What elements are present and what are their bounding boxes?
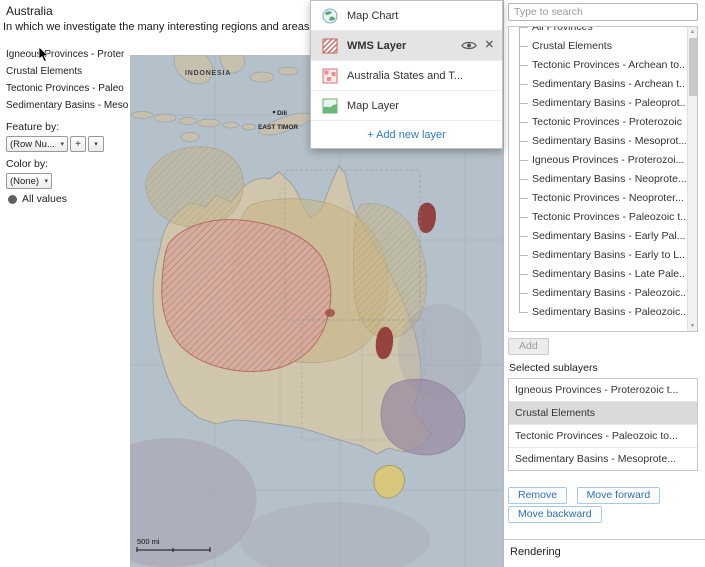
available-sublayer-item[interactable]: Tectonic Provinces - Paleozoic t... xyxy=(509,208,686,227)
chevron-down-icon: ▾ xyxy=(44,177,48,185)
selected-sublayers-label: Selected sublayers xyxy=(509,362,598,374)
search-input[interactable] xyxy=(508,3,698,21)
available-sublayer-item[interactable]: Sedimentary Basins - Paleoprot... xyxy=(509,94,686,113)
available-sublayer-item[interactable]: Sedimentary Basins - Early to L... xyxy=(509,246,686,265)
rendering-section-header[interactable]: Rendering xyxy=(504,539,705,567)
page-title: Australia xyxy=(6,4,53,18)
scale-label: 500 mi xyxy=(137,537,160,546)
indonesia-label: INDONESIA xyxy=(185,70,231,77)
available-sublayer-item[interactable]: Sedimentary Basins - Archean t... xyxy=(509,75,686,94)
available-sublayer-item[interactable]: Crustal Elements xyxy=(509,37,686,56)
color-by-block: Color by: (None) ▾ xyxy=(6,158,52,189)
available-sublayer-item[interactable]: Tectonic Provinces - Proterozoic xyxy=(509,113,686,132)
feature-by-label: Feature by: xyxy=(6,121,104,133)
color-by-label: Color by: xyxy=(6,158,52,170)
chevron-down-icon: ▾ xyxy=(60,140,64,148)
legend-item-sedimentary[interactable]: Sedimentary Basins - Meso xyxy=(6,100,130,111)
application-window: Australia In which we investigate the ma… xyxy=(0,0,705,567)
selected-sublayer-item[interactable]: Crustal Elements xyxy=(509,402,697,425)
move-forward-button[interactable]: Move forward xyxy=(577,487,661,504)
feature-by-value: (Row Nu... xyxy=(10,139,55,150)
selected-sublayer-item[interactable]: Igneous Provinces - Proterozoic t... xyxy=(509,379,697,402)
move-backward-button[interactable]: Move backward xyxy=(508,506,602,523)
add-column-button[interactable]: + xyxy=(70,136,86,152)
color-legend-all-values[interactable]: All values xyxy=(8,193,67,205)
visibility-eye-icon[interactable] xyxy=(461,40,477,51)
axis-options-button[interactable]: ▾ xyxy=(88,136,104,152)
layer-item-label: Map Layer xyxy=(347,100,399,112)
layer-item-map-layer[interactable]: Map Layer xyxy=(311,91,502,121)
selected-sublayers-list: Igneous Provinces - Proterozoic t... Cru… xyxy=(508,378,698,471)
layer-item-label: WMS Layer xyxy=(347,40,406,52)
wms-layer-icon xyxy=(322,38,338,54)
scroll-up-icon[interactable]: ▲ xyxy=(688,27,697,37)
close-icon[interactable]: ✕ xyxy=(485,40,494,51)
legend-item-igneous[interactable]: Igneous Provinces - Proter xyxy=(6,49,130,60)
available-sublayer-item[interactable]: Tectonic Provinces - Neoproter... xyxy=(509,189,686,208)
selected-sublayer-item[interactable]: Tectonic Provinces - Paleozoic to... xyxy=(509,425,697,448)
available-sublayer-item[interactable]: Sedimentary Basins - Mesoprot... xyxy=(509,132,686,151)
dili-label: Dili xyxy=(277,110,287,117)
dili-marker xyxy=(273,111,276,114)
feature-by-selector[interactable]: (Row Nu... ▾ xyxy=(6,136,68,152)
available-sublayer-item[interactable]: Tectonic Provinces - Archean to... xyxy=(509,56,686,75)
available-sublayer-item[interactable]: Sedimentary Basins - Neoprote... xyxy=(509,170,686,189)
wms-settings-panel: All Provinces Crustal Elements Tectonic … xyxy=(503,0,705,567)
scrollbar-thumb[interactable] xyxy=(689,38,697,96)
layer-item-map-chart[interactable]: Map Chart xyxy=(311,1,502,31)
color-by-value: (None) xyxy=(10,176,39,187)
layers-popup: Map Chart WMS Layer ✕ xyxy=(310,0,503,149)
mouse-cursor xyxy=(38,46,50,63)
map-layer-icon xyxy=(322,98,338,114)
feature-by-block: Feature by: (Row Nu... ▾ + ▾ xyxy=(6,121,104,152)
available-sublayers-list: All Provinces Crustal Elements Tectonic … xyxy=(508,26,698,332)
east-timor-label: EAST TIMOR xyxy=(258,124,298,131)
available-sublayer-item[interactable]: Sedimentary Basins - Late Pale... xyxy=(509,265,686,284)
remove-button[interactable]: Remove xyxy=(508,487,567,504)
layer-item-australia-states[interactable]: Australia States and T... xyxy=(311,61,502,91)
dark-red-region-small xyxy=(325,309,335,317)
wms-legend: Igneous Provinces - Proter Crustal Eleme… xyxy=(6,49,130,117)
globe-icon xyxy=(322,8,338,24)
layer-item-wms-layer[interactable]: WMS Layer ✕ xyxy=(311,31,502,61)
selected-sublayer-item[interactable]: Sedimentary Basins - Mesoprote... xyxy=(509,448,697,470)
color-by-selector[interactable]: (None) ▾ xyxy=(6,173,52,189)
legend-item-crustal[interactable]: Crustal Elements xyxy=(6,66,130,77)
available-sublayer-item[interactable]: Sedimentary Basins - Paleozoic... xyxy=(509,284,686,303)
layer-item-label: Australia States and T... xyxy=(347,70,463,82)
color-swatch xyxy=(8,195,17,204)
add-sublayer-button[interactable]: Add xyxy=(508,338,549,355)
chevron-down-icon: ▾ xyxy=(94,140,98,148)
add-new-layer-link[interactable]: + Add new layer xyxy=(311,121,502,148)
all-values-label: All values xyxy=(22,193,67,205)
scroll-down-icon[interactable]: ▼ xyxy=(688,321,697,331)
legend-item-tectonic[interactable]: Tectonic Provinces - Paleo xyxy=(6,83,130,94)
list-scrollbar[interactable]: ▲ ▼ xyxy=(687,27,697,331)
feature-layer-icon xyxy=(322,68,338,84)
rendering-label: Rendering xyxy=(510,546,561,558)
available-sublayer-item[interactable]: Igneous Provinces - Proterozoi... xyxy=(509,151,686,170)
available-sublayer-item[interactable]: Sedimentary Basins - Early Pal... xyxy=(509,227,686,246)
available-sublayer-item[interactable]: All Provinces xyxy=(509,26,686,37)
layer-item-label: Map Chart xyxy=(347,10,398,22)
available-sublayer-item[interactable]: Sedimentary Basins - Paleozoic... xyxy=(509,303,686,322)
tree-line xyxy=(519,27,520,313)
